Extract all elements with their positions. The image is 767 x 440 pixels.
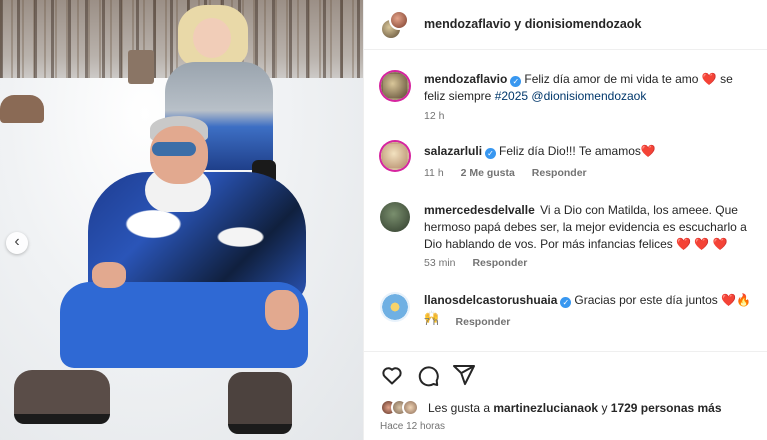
avatar[interactable] — [380, 202, 410, 232]
comment-time[interactable]: 7 h — [424, 316, 439, 328]
likes-count[interactable]: 1729 personas más — [611, 401, 722, 415]
post-side-panel: mendozaflavio y dionisiomendozaok mendoz… — [363, 0, 767, 440]
liker-username[interactable]: martinezlucianaok — [493, 401, 598, 415]
comment-text: salazarluli ✓ Feliz día Dio!!! Te amamos❤️ — [424, 143, 754, 160]
share-icon[interactable] — [452, 363, 476, 387]
boot-right — [228, 372, 292, 434]
reply-button[interactable]: Responder — [532, 167, 587, 179]
post-photo[interactable]: ‹ — [0, 0, 363, 440]
father-hand-left — [92, 262, 126, 288]
collab-avatars[interactable] — [380, 10, 410, 40]
comment-icon[interactable] — [416, 363, 440, 387]
boot-left — [14, 370, 110, 424]
verified-badge-icon: ✓ — [510, 76, 522, 87]
comment-username[interactable]: mendozaflavio — [424, 72, 507, 86]
child-face — [193, 18, 231, 58]
comment-username[interactable]: salazarluli — [424, 144, 482, 158]
comment-text: mmercedesdelvalle Vi a Dio con Matilda, … — [424, 202, 754, 253]
avatar[interactable] — [380, 292, 410, 322]
likes-text: Les gusta a martinezlucianaok y 1729 per… — [428, 401, 722, 415]
avatar[interactable] — [381, 72, 409, 100]
caption-text: mendozaflavio ✓ Feliz día amor de mi vida … — [424, 71, 754, 105]
heart-emoji: ❤️ ❤️ ❤️ — [676, 237, 728, 251]
comment-text: Feliz día amor de mi vida te amo — [524, 72, 699, 86]
likes-prefix: Les gusta a — [428, 401, 491, 415]
comment-meta: 11 h 2 Me gusta Responder — [424, 167, 601, 179]
father-hand-right — [265, 290, 299, 330]
comment-time[interactable]: 53 min — [424, 257, 456, 269]
post-timestamp[interactable]: Hace 12 horas — [380, 421, 445, 432]
sunglasses — [152, 142, 196, 156]
verified-badge-icon: ✓ — [560, 297, 572, 308]
likes-and: y — [601, 401, 608, 415]
chevron-left-icon[interactable]: ‹ — [6, 232, 28, 254]
comment-text-body: Feliz día Dio!!! Te amamos — [499, 144, 641, 158]
comment-meta: 53 min Responder — [424, 257, 541, 269]
heart-emoji: ❤️ — [701, 72, 717, 86]
likes-summary[interactable]: Les gusta a martinezlucianaok y 1729 per… — [380, 399, 760, 417]
heart-icon[interactable] — [380, 363, 404, 387]
tree-stump — [128, 50, 154, 84]
comment: mmercedesdelvalle Vi a Dio con Matilda, … — [364, 198, 767, 274]
verified-badge-icon: ✓ — [485, 148, 497, 159]
comment-meta: 7 h Responder — [424, 316, 524, 328]
avatar[interactable] — [381, 142, 409, 170]
avatar — [402, 399, 419, 416]
comment-time[interactable]: 11 h — [424, 167, 444, 179]
post-authors[interactable]: mendozaflavio y dionisiomendozaok — [424, 17, 641, 31]
hashtag-link[interactable]: #2025 — [495, 89, 528, 103]
log — [0, 95, 44, 123]
heart-emoji: ❤️ — [640, 144, 656, 158]
caption: mendozaflavio ✓ Feliz día amor de mi vida … — [364, 69, 767, 149]
comment-text-body: Gracias por este día juntos — [574, 293, 718, 307]
comment-meta: 12 h — [424, 110, 458, 122]
comments-list: mendozaflavio ✓ Feliz día amor de mi vida … — [364, 51, 767, 351]
comment-username[interactable]: llanosdelcastorushuaia — [424, 293, 557, 307]
comment: llanosdelcastorushuaia ✓ Gracias por este … — [364, 288, 767, 338]
comment-time[interactable]: 12 h — [424, 110, 444, 122]
post-actions: Les gusta a martinezlucianaok y 1729 per… — [364, 351, 767, 440]
reply-button[interactable]: Responder — [456, 316, 511, 328]
comment: salazarluli ✓ Feliz día Dio!!! Te amamos❤️… — [364, 139, 767, 189]
mention-link[interactable]: @dionisiomendozaok — [531, 89, 646, 103]
reply-button[interactable]: Responder — [472, 257, 527, 269]
post-header: mendozaflavio y dionisiomendozaok — [364, 0, 767, 50]
comment-likes[interactable]: 2 Me gusta — [461, 167, 515, 179]
avatar[interactable] — [389, 10, 409, 30]
comment-username[interactable]: mmercedesdelvalle — [424, 203, 535, 217]
